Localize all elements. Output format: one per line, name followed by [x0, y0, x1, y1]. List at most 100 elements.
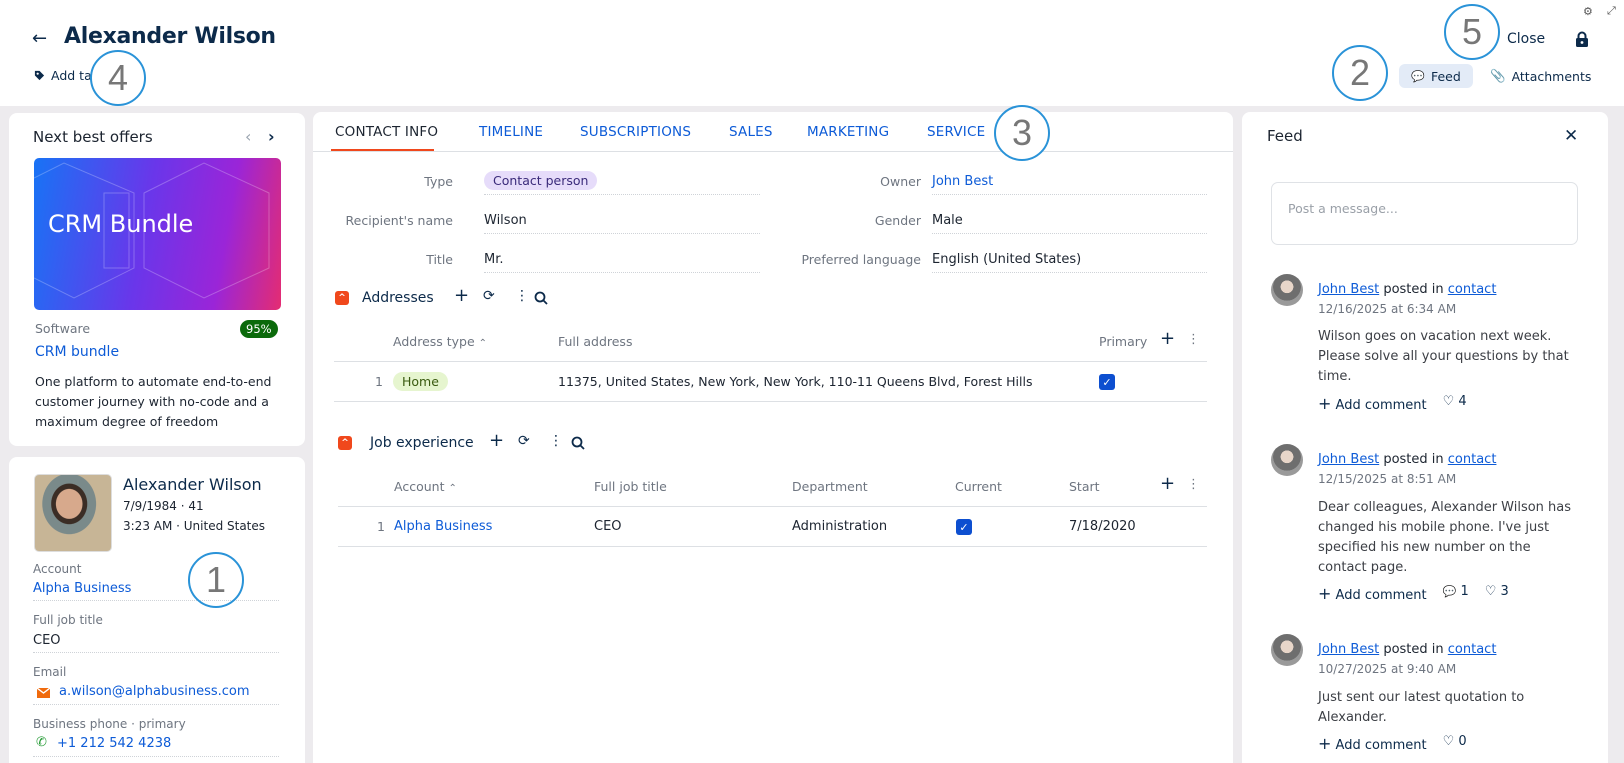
refresh-icon[interactable]: ⟳ [483, 288, 495, 304]
column-start[interactable]: Start [1069, 479, 1100, 494]
column-account[interactable]: Account ⌃ [394, 479, 457, 494]
full-address-cell[interactable]: 11375, United States, New York, New York… [558, 374, 1032, 389]
account-cell-link[interactable]: Alpha Business [394, 519, 492, 534]
collapse-addresses-toggle[interactable]: ^ [335, 291, 349, 305]
comments-button[interactable]: 💬 1 [1443, 584, 1469, 603]
account-link[interactable]: Alpha Business [33, 581, 131, 596]
search-icon[interactable] [534, 291, 548, 305]
like-button[interactable]: ♡ 4 [1443, 394, 1467, 413]
post-message-input[interactable]: Post a message... [1271, 182, 1578, 245]
start-date-cell[interactable]: 7/18/2020 [1069, 519, 1136, 534]
annotation-marker-2: 2 [1332, 45, 1388, 101]
tab-sales[interactable]: SALES [729, 124, 773, 140]
feed-title: Feed [1267, 127, 1303, 145]
column-menu-icon[interactable]: ⋮ [1187, 477, 1200, 492]
author-link[interactable]: John Best [1318, 452, 1379, 467]
close-button[interactable]: Close [1507, 31, 1545, 47]
offer-name-link[interactable]: CRM bundle [35, 344, 119, 360]
like-button[interactable]: ♡ 3 [1485, 584, 1509, 603]
owner-link[interactable]: John Best [932, 174, 993, 189]
author-link[interactable]: John Best [1318, 642, 1379, 657]
tabs-divider [313, 151, 1233, 152]
close-feed-icon[interactable]: ✕ [1564, 126, 1578, 146]
author-link[interactable]: John Best [1318, 282, 1379, 297]
avatar[interactable] [1271, 274, 1303, 306]
contact-photo[interactable] [34, 474, 112, 552]
chevron-right-icon[interactable]: › [268, 127, 275, 146]
plus-icon: + [1318, 394, 1332, 413]
tab-contact-info[interactable]: CONTACT INFO [335, 124, 438, 140]
column-full-job-title[interactable]: Full job title [594, 479, 667, 494]
post-actions: + Add comment 💬 1 ♡ 3 [1318, 584, 1509, 603]
add-comment-button[interactable]: + Add comment [1318, 394, 1427, 413]
tab-marketing[interactable]: MARKETING [807, 124, 889, 140]
gear-icon[interactable]: ⚙ [1583, 5, 1593, 18]
feed-post: John Best posted in contact 12/15/2025 a… [1271, 444, 1571, 603]
title-label: Title [426, 252, 453, 267]
address-type-badge[interactable]: Home [393, 372, 448, 391]
add-job-icon[interactable]: + [489, 430, 504, 451]
sort-asc-icon: ⌃ [478, 338, 488, 349]
target-link[interactable]: contact [1448, 452, 1497, 467]
profile-local-time: 3:23 AM · United States [123, 519, 266, 533]
more-options-icon[interactable]: ⋮ [549, 433, 563, 449]
post-date: 12/15/2025 at 8:51 AM [1318, 472, 1457, 486]
attachments-button[interactable]: 📎 Attachments [1490, 68, 1591, 84]
department-cell[interactable]: Administration [792, 519, 887, 534]
gender-label: Gender [874, 213, 921, 228]
add-address-icon[interactable]: + [454, 285, 469, 306]
language-value[interactable]: English (United States) [932, 252, 1081, 267]
feed-post: John Best posted in contact 12/16/2025 a… [1271, 274, 1569, 413]
chevron-left-icon[interactable]: ‹ [245, 127, 251, 146]
email-label: Email [33, 665, 67, 679]
current-checkbox[interactable]: ✓ [956, 519, 972, 535]
column-label: Account [394, 479, 445, 494]
refresh-icon[interactable]: ⟳ [518, 433, 530, 449]
add-column-icon[interactable]: + [1160, 328, 1175, 349]
field-underline [932, 233, 1207, 234]
add-comment-button[interactable]: + Add comment [1318, 584, 1427, 603]
feed-button[interactable]: 💬 Feed [1399, 64, 1473, 88]
collapse-job-experience-toggle[interactable]: ^ [338, 436, 352, 450]
table-row-divider [334, 401, 1207, 402]
like-count: 0 [1458, 734, 1467, 749]
type-badge[interactable]: Contact person [484, 171, 598, 190]
primary-checkbox[interactable]: ✓ [1099, 374, 1115, 390]
expand-icon[interactable]: ⤢ [1607, 4, 1616, 18]
avatar[interactable] [1271, 444, 1303, 476]
like-button[interactable]: ♡ 0 [1443, 734, 1467, 753]
add-column-icon[interactable]: + [1160, 473, 1175, 494]
gender-value[interactable]: Male [932, 213, 963, 228]
target-link[interactable]: contact [1448, 282, 1497, 297]
table-row-divider [338, 546, 1207, 547]
column-address-type[interactable]: Address type ⌃ [393, 334, 487, 349]
table-header-divider [338, 506, 1207, 507]
column-department[interactable]: Department [792, 479, 868, 494]
annotation-marker-3: 3 [994, 105, 1050, 161]
plus-icon: + [1318, 584, 1332, 603]
column-primary[interactable]: Primary [1099, 334, 1147, 349]
target-link[interactable]: contact [1448, 642, 1497, 657]
tab-subscriptions[interactable]: SUBSCRIPTIONS [580, 124, 691, 140]
email-link[interactable]: a.wilson@alphabusiness.com [59, 684, 250, 699]
feed-button-label: Feed [1430, 68, 1461, 84]
add-comment-button[interactable]: + Add comment [1318, 734, 1427, 753]
offer-category: Software [35, 321, 91, 336]
search-icon[interactable] [571, 436, 585, 450]
title-value[interactable]: Mr. [484, 252, 504, 267]
column-menu-icon[interactable]: ⋮ [1187, 332, 1200, 347]
account-label: Account [33, 562, 82, 576]
avatar[interactable] [1271, 634, 1303, 666]
tab-service[interactable]: SERVICE [927, 124, 985, 140]
recipient-name-value[interactable]: Wilson [484, 213, 527, 228]
lock-icon[interactable] [1575, 31, 1589, 47]
column-current[interactable]: Current [955, 479, 1002, 494]
more-options-icon[interactable]: ⋮ [515, 288, 529, 304]
divider [33, 704, 279, 705]
back-arrow-icon[interactable]: ← [32, 28, 47, 49]
phone-link[interactable]: +1 212 542 4238 [57, 736, 171, 751]
tab-timeline[interactable]: TIMELINE [479, 124, 543, 140]
job-title-cell[interactable]: CEO [594, 519, 622, 534]
offer-banner-image[interactable]: CRM Bundle [34, 158, 281, 310]
column-full-address[interactable]: Full address [558, 334, 632, 349]
